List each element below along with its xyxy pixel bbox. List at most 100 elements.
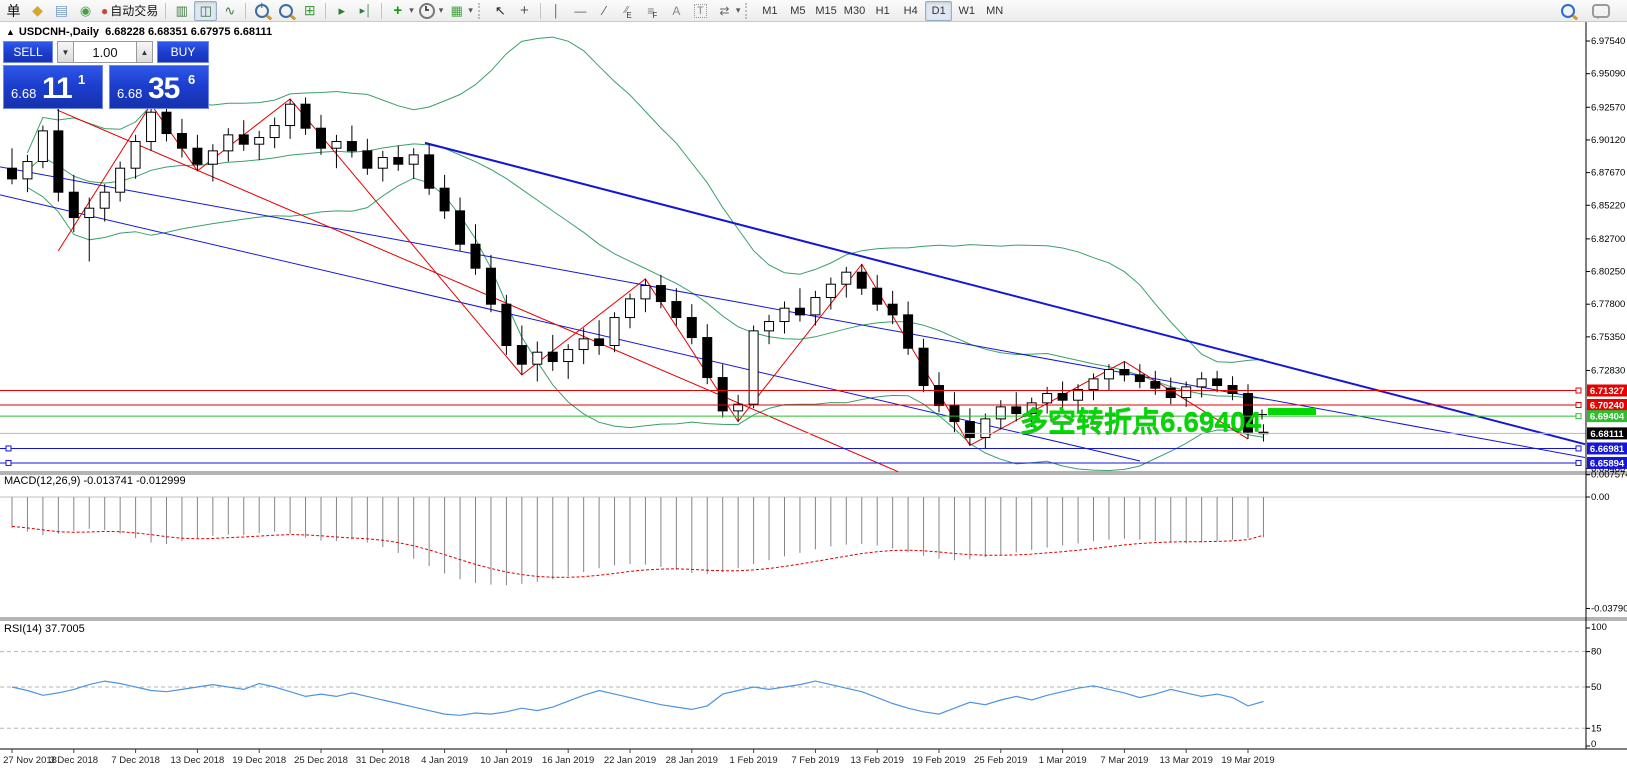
- text-icon[interactable]: A: [665, 1, 688, 21]
- volume-up-button[interactable]: ▲: [136, 41, 153, 63]
- channel-icon[interactable]: ∕∕E: [617, 1, 640, 21]
- autotrading-icon[interactable]: ●自动交易: [98, 1, 161, 21]
- line-chart-icon: ∿: [224, 3, 235, 19]
- timeframe-mn[interactable]: MN: [981, 1, 1008, 21]
- zoom-out-icon[interactable]: −: [274, 1, 297, 21]
- candle-body: [69, 192, 78, 217]
- new-order-icon[interactable]: +: [386, 1, 409, 21]
- text-label-icon: T: [694, 4, 707, 18]
- trendline-icon[interactable]: ∕: [593, 1, 616, 21]
- text-label-icon[interactable]: T: [689, 1, 712, 21]
- buy-button[interactable]: BUY: [157, 41, 209, 63]
- collapse-panel-icon[interactable]: ▲: [6, 27, 15, 37]
- dropdown-caret-icon[interactable]: ▾: [409, 5, 414, 16]
- volume-input[interactable]: [74, 41, 136, 63]
- sell-price-box[interactable]: 6.68 11 1: [3, 65, 103, 109]
- line-endpoint-marker[interactable]: [1576, 460, 1581, 465]
- line-endpoint-marker[interactable]: [1576, 403, 1581, 408]
- text-icon: A: [672, 4, 680, 18]
- trendline-3[interactable]: [425, 143, 1585, 444]
- main-toolbar: 单◆▤◉●自动交易▥◫∿+−⊞▸▸│+▾▾▦▾↖+│—∕∕∕E≡FAT⇄▾M1M…: [0, 0, 1627, 22]
- tile-windows-icon[interactable]: ⊞: [298, 1, 321, 21]
- fibonacci-icon[interactable]: ≡F: [641, 1, 664, 21]
- candle-body: [301, 104, 310, 128]
- candle-body: [873, 288, 882, 304]
- candle-body: [811, 298, 820, 315]
- vertical-line-icon[interactable]: │: [545, 1, 568, 21]
- candle-body: [935, 386, 944, 406]
- dropdown-caret-icon[interactable]: ▾: [439, 5, 444, 16]
- candle-body: [1213, 379, 1222, 386]
- new-order-char-icon: 单: [7, 1, 21, 21]
- price-axis-label: 6.85220: [1591, 200, 1625, 211]
- dropdown-caret-icon[interactable]: ▾: [468, 5, 473, 16]
- bar-chart-icon[interactable]: ▥: [170, 1, 193, 21]
- candlestick-chart-icon[interactable]: ◫: [194, 1, 217, 21]
- price-axis-label: 6.80250: [1591, 267, 1625, 278]
- charts-window-icon[interactable]: ▤: [50, 1, 73, 21]
- candle-body: [765, 322, 774, 331]
- horizontal-line-icon[interactable]: —: [569, 1, 592, 21]
- line-endpoint-marker[interactable]: [6, 446, 11, 451]
- chart-canvas[interactable]: 6.975406.950906.925706.901206.876706.852…: [0, 22, 1627, 773]
- line-endpoint-marker[interactable]: [1576, 446, 1581, 451]
- new-order-char-icon[interactable]: 单: [2, 1, 25, 21]
- clock-icon[interactable]: [416, 1, 439, 21]
- candle-body: [1074, 390, 1083, 401]
- candle-body: [486, 268, 495, 304]
- line-endpoint-marker[interactable]: [1576, 414, 1581, 419]
- buy-price-box[interactable]: 6.68 35 6: [109, 65, 209, 109]
- candle-body: [100, 192, 109, 208]
- timeframe-m5[interactable]: M5: [784, 1, 811, 21]
- chart-shift-icon[interactable]: ▸│: [354, 1, 377, 21]
- candlestick-chart-icon: ◫: [200, 3, 212, 19]
- line-endpoint-marker[interactable]: [6, 460, 11, 465]
- chart-title: ▲USDCNH-,Daily 6.68228 6.68351 6.67975 6…: [6, 26, 272, 38]
- line-endpoint-marker[interactable]: [1576, 388, 1581, 393]
- timeframe-m30[interactable]: M30: [841, 1, 868, 21]
- zoom-in-icon[interactable]: +: [250, 1, 273, 21]
- candle-body: [1104, 370, 1113, 379]
- price-chip-label: 6.69404: [1590, 412, 1625, 423]
- autotrading-icon: ●: [101, 4, 108, 18]
- timeframe-h1[interactable]: H1: [869, 1, 896, 21]
- date-label: 19 Dec 2018: [232, 755, 286, 766]
- sell-button[interactable]: SELL: [3, 41, 53, 63]
- trendline-1[interactable]: [0, 167, 1585, 458]
- timeframe-w1[interactable]: W1: [953, 1, 980, 21]
- auto-scroll-icon[interactable]: ▸: [330, 1, 353, 21]
- trendline-4[interactable]: [57, 110, 899, 472]
- timeframe-d1[interactable]: D1: [925, 1, 952, 21]
- crosshair-icon[interactable]: +: [513, 1, 536, 21]
- price-pane: [0, 37, 1585, 472]
- candle-body: [564, 350, 573, 362]
- rsi-indicator-label: RSI(14) 37.7005: [4, 623, 85, 635]
- dropdown-caret-icon[interactable]: ▾: [736, 5, 741, 16]
- autotrading-label: 自动交易: [110, 2, 158, 19]
- volume-down-button[interactable]: ▼: [57, 41, 74, 63]
- macd-indicator-label: MACD(12,26,9) -0.013741 -0.012999: [4, 475, 186, 487]
- cursor-icon[interactable]: ↖: [489, 1, 512, 21]
- arrows-tool-icon[interactable]: ⇄: [713, 1, 736, 21]
- market-watch-icon: ◆: [32, 2, 43, 19]
- zoom-in-icon-sign: +: [257, 2, 267, 12]
- candle-body: [1228, 386, 1237, 394]
- chat-icon[interactable]: [1589, 1, 1613, 21]
- line-chart-icon[interactable]: ∿: [218, 1, 241, 21]
- toolbar-grip: [745, 3, 752, 19]
- timeframe-m1[interactable]: M1: [756, 1, 783, 21]
- candle-body: [1197, 379, 1206, 387]
- rsi-axis-label: 15: [1591, 723, 1602, 734]
- date-label: 22 Jan 2019: [604, 755, 656, 766]
- timeframe-h4[interactable]: H4: [897, 1, 924, 21]
- indicators-icon[interactable]: ▦: [445, 1, 468, 21]
- candle-body: [1166, 388, 1175, 397]
- search-icon[interactable]: [1556, 1, 1579, 21]
- market-watch-icon[interactable]: ◆: [26, 1, 49, 21]
- timeframe-m15[interactable]: M15: [812, 1, 839, 21]
- signals-icon[interactable]: ◉: [74, 1, 97, 21]
- toolbar-separator: [165, 3, 166, 19]
- candle-body: [471, 244, 480, 268]
- one-click-trading-panel: SELL ▼ ▲ BUY 6.68 11 1 6.68 35 6: [3, 41, 209, 109]
- price-axis-label: 6.90120: [1591, 135, 1625, 146]
